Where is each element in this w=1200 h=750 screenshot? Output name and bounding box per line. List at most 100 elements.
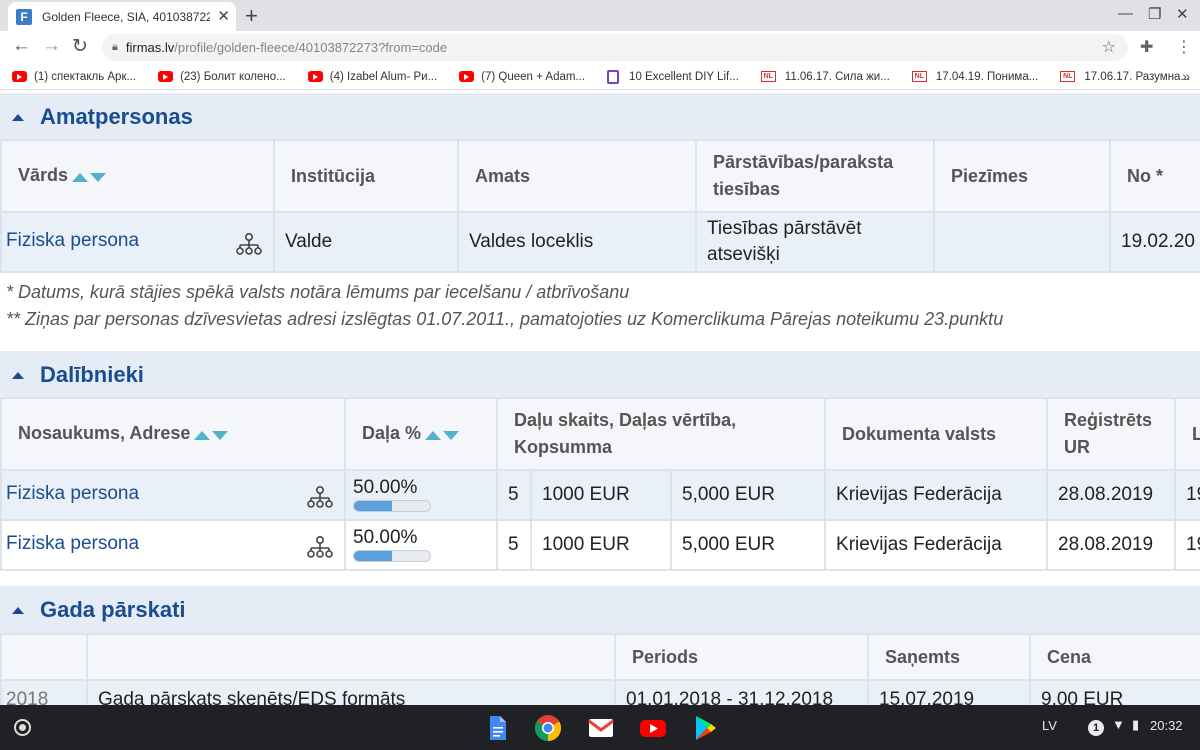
footnote: * Datums, kurā stājies spēkā valsts notā… [6,282,630,302]
bookmark-label: 11.06.17. Сила жи... [784,70,890,83]
bookmark-item[interactable]: NL 17.04.19. Понима... [911,70,1039,83]
bookmark-label: (4) Izabel Alum- Ри... [329,70,438,83]
clock[interactable]: 20:32 [1150,718,1183,733]
play-store-icon[interactable] [690,713,720,743]
bookmark-label: 17.04.19. Понима... [935,70,1039,83]
table-row: Fiziska persona Valde Valdes loceklis Ti… [0,211,1200,273]
table-header-row: Vārds Institūcija Amats Pārstāvības/para… [0,139,1200,213]
section-header-annual-reports[interactable]: Gada pārskati [0,586,1200,634]
column-header [86,633,616,681]
battery-icon[interactable]: ▮ [1132,717,1139,733]
bookmark-label: (23) Болит колено... [180,70,286,83]
youtube-icon [158,71,174,82]
share-progress-bar [353,550,431,562]
gmail-icon[interactable] [586,713,616,743]
menu-dots-icon[interactable]: ⋮ [1176,37,1192,57]
table-header-row: Periods Saņemts Cena [0,633,1200,681]
org-tree-icon[interactable] [235,232,263,256]
docs-icon[interactable] [482,713,512,743]
table-row[interactable]: 2018 Gada pārskats skenēts/EDS formāts 0… [0,679,1200,705]
extra-cell: 19 [1174,519,1200,571]
officers-table: Vārds Institūcija Amats Pārstāvības/para… [0,139,1200,273]
received-cell: 15.07.2019 [867,679,1031,705]
bookmark-item[interactable]: (1) спектакль Арк... [12,71,136,83]
notification-count-badge[interactable]: 1 [1088,720,1104,736]
share-value-cell: 1000 EUR [530,519,672,571]
column-header: Daļu skaits, Daļas vērtība, Kopsumma [495,397,827,471]
period-cell: 01.01.2018 - 31.12.2018 [614,679,869,705]
section-title: Amatpersonas [40,104,193,129]
browser-tab[interactable]: F Golden Fleece, SIA, 40103872273 ✕ [8,2,236,31]
column-header: Cena [1029,633,1200,681]
org-tree-icon[interactable] [306,535,334,559]
share-total-cell: 5,000 EUR [669,519,827,571]
registered-cell: 28.08.2019 [1046,469,1177,521]
forward-button[interactable]: → [42,35,61,57]
new-tab-button[interactable]: + [245,3,258,29]
bookmark-star-icon[interactable]: ☆ [1102,37,1116,57]
launcher-icon[interactable] [14,719,31,736]
country-cell: Krievijas Federācija [824,519,1049,571]
institution-cell: Valde [273,211,459,273]
extra-cell: 19 [1174,469,1200,521]
country-cell: Krievijas Federācija [824,469,1049,521]
lock-icon: 🔒︎ [112,41,118,53]
address-bar[interactable]: 🔒︎ firmas.lv/profile/golden-fleece/40103… [102,34,1128,61]
bookmark-item[interactable]: (4) Izabel Alum- Ри... [307,70,438,83]
share-progress-fill [354,551,392,561]
collapse-icon[interactable] [12,113,24,121]
section-header-members[interactable]: Dalībnieki [0,351,1200,399]
share-count-cell: 5 [496,469,532,521]
youtube-icon [459,71,475,82]
section-header-officers[interactable]: Amatpersonas [0,93,1200,141]
sort-arrows-icon[interactable] [425,421,460,448]
wifi-icon[interactable]: ▼ [1112,717,1125,732]
bookmark-item[interactable]: NL 17.06.17. Разумна... [1060,71,1190,83]
minimize-icon[interactable]: — [1118,5,1133,22]
column-header: Amats [457,139,697,213]
close-window-icon[interactable]: ✕ [1176,5,1189,23]
tab-title: Golden Fleece, SIA, 40103872273 [42,9,210,24]
registered-cell: 28.08.2019 [1046,519,1177,571]
bookmark-o-icon [607,69,620,84]
reload-button[interactable]: ↻ [72,35,88,58]
share-count-cell: 5 [496,519,532,571]
back-button[interactable]: ← [12,35,31,57]
column-header: Institūcija [273,139,459,213]
column-header[interactable]: Vārds [0,139,275,213]
collapse-icon[interactable] [12,371,24,379]
org-tree-icon[interactable] [306,485,334,509]
collapse-icon[interactable] [12,606,24,614]
share-total-cell: 5,000 EUR [669,469,827,521]
chrome-icon[interactable] [533,713,563,743]
bookmark-label: 10 Excellent DIY Lif... [629,70,739,83]
column-header: Periods [614,633,869,681]
sort-arrows-icon[interactable] [72,163,107,190]
bookmark-item[interactable]: NL 11.06.17. Сила жи... [760,70,890,83]
bookmark-item[interactable]: (7) Queen + Adam... [459,71,585,83]
person-link[interactable]: Fiziska persona [6,483,139,504]
restore-icon[interactable]: ❐ [1148,5,1161,23]
input-language[interactable]: LV [1042,718,1057,733]
close-tab-icon[interactable]: ✕ [217,7,230,25]
position-cell: Valdes loceklis [457,211,697,273]
footnote: ** Ziņas par personas dzīvesvietas adres… [6,309,1004,329]
youtube-icon [307,71,323,82]
sort-arrows-icon[interactable] [194,421,229,448]
youtube-icon[interactable] [638,713,668,743]
extensions-puzzle-icon[interactable]: ✚ [1140,37,1153,57]
share-progress-fill [354,501,392,511]
column-header[interactable]: Daļa % [344,397,498,471]
bookmark-item[interactable]: 10 Excellent DIY Lif... [607,69,739,84]
bookmark-label: (1) спектакль Арк... [34,70,137,83]
column-header: Saņemts [867,633,1031,681]
bookmark-item[interactable]: (23) Болит колено... [158,71,286,83]
more-bookmarks-icon[interactable]: » [1182,68,1190,84]
column-header: Piezīmes [933,139,1111,213]
column-header: Reģistrēts UR [1046,397,1177,471]
person-link[interactable]: Fiziska persona [6,230,139,251]
column-header[interactable]: Nosaukums, Adrese [0,397,346,471]
table-row: Fiziska persona 50.00% 5 1000 EUR 5,000 … [0,469,1200,521]
person-link[interactable]: Fiziska persona [6,533,139,554]
notes-cell [933,211,1111,273]
